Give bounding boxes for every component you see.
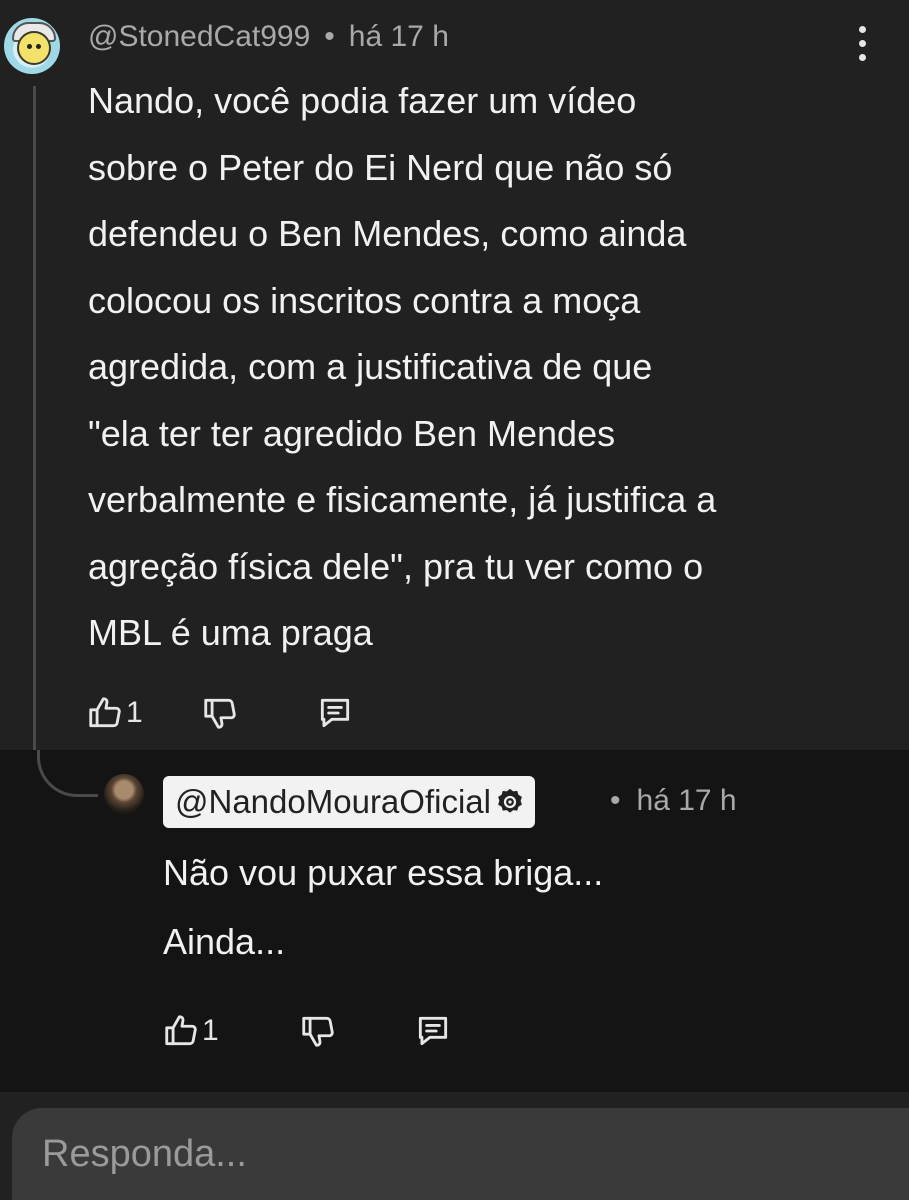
like-count: 1 <box>126 696 143 729</box>
reply-icon <box>418 1016 447 1046</box>
reply-meta: • há 17 h <box>610 784 737 818</box>
reply-button[interactable] <box>413 1012 453 1050</box>
avatar-eye <box>36 44 41 49</box>
channel-name-badge[interactable]: @NandoMouraOficial <box>163 776 535 828</box>
like-icon <box>89 697 121 728</box>
comment-timestamp: há 17 h <box>348 20 449 53</box>
avatar-eye <box>27 44 32 49</box>
dislike-icon <box>204 698 236 729</box>
like-button[interactable]: 1 <box>162 1012 219 1050</box>
reply-icon <box>320 698 349 728</box>
like-icon <box>165 1015 197 1046</box>
user-avatar[interactable] <box>4 18 60 74</box>
avatar-face <box>17 31 51 65</box>
comment-line: sobre o Peter do Ei Nerd que não só <box>88 146 673 188</box>
reply-input[interactable] <box>12 1108 909 1200</box>
reply-button[interactable] <box>315 694 355 732</box>
like-count: 1 <box>202 1014 219 1047</box>
comment-line: defendeu o Ben Mendes, como ainda <box>88 213 687 254</box>
meta-separator: • <box>324 20 335 53</box>
reply-timestamp: há 17 h <box>636 784 737 817</box>
thread-line <box>33 86 36 750</box>
comment-line: agredida, com a justificativa de que <box>88 346 653 387</box>
dislike-button[interactable] <box>201 694 239 732</box>
comment-username[interactable]: @StonedCat999 <box>88 20 310 53</box>
comment-line: "ela ter ter agredido Ben Mendes <box>88 412 616 454</box>
comment-text: Nando, você podia fazer um vídeo sobre o… <box>88 68 888 667</box>
comment-line: verbalmente e fisicamente, já justifica … <box>88 479 717 520</box>
kebab-menu-icon[interactable] <box>856 26 868 62</box>
dislike-icon <box>302 1016 334 1047</box>
reply-line: Ainda... <box>163 921 286 962</box>
like-button[interactable]: 1 <box>86 694 143 732</box>
comment-header: @StonedCat999 • há 17 h <box>88 20 449 54</box>
comment-line: agreção física dele", pra tu ver como o <box>88 545 704 587</box>
reply-actions: 1 <box>162 1012 453 1050</box>
reply-text: Não vou puxar essa briga... Ainda... <box>163 838 603 976</box>
channel-avatar[interactable] <box>104 774 144 814</box>
comment-line: Nando, você podia fazer um vídeo <box>88 80 637 121</box>
reply-line: Não vou puxar essa briga... <box>163 852 604 893</box>
comment-line: MBL é uma praga <box>88 612 373 653</box>
reply-username: @NandoMouraOficial <box>175 783 491 820</box>
comment-line: colocou os inscritos contra a moça <box>88 279 641 321</box>
comment-actions: 1 <box>86 694 355 732</box>
dislike-button[interactable] <box>299 1012 337 1050</box>
verified-badge-icon <box>498 788 522 813</box>
meta-separator: • <box>610 784 621 817</box>
